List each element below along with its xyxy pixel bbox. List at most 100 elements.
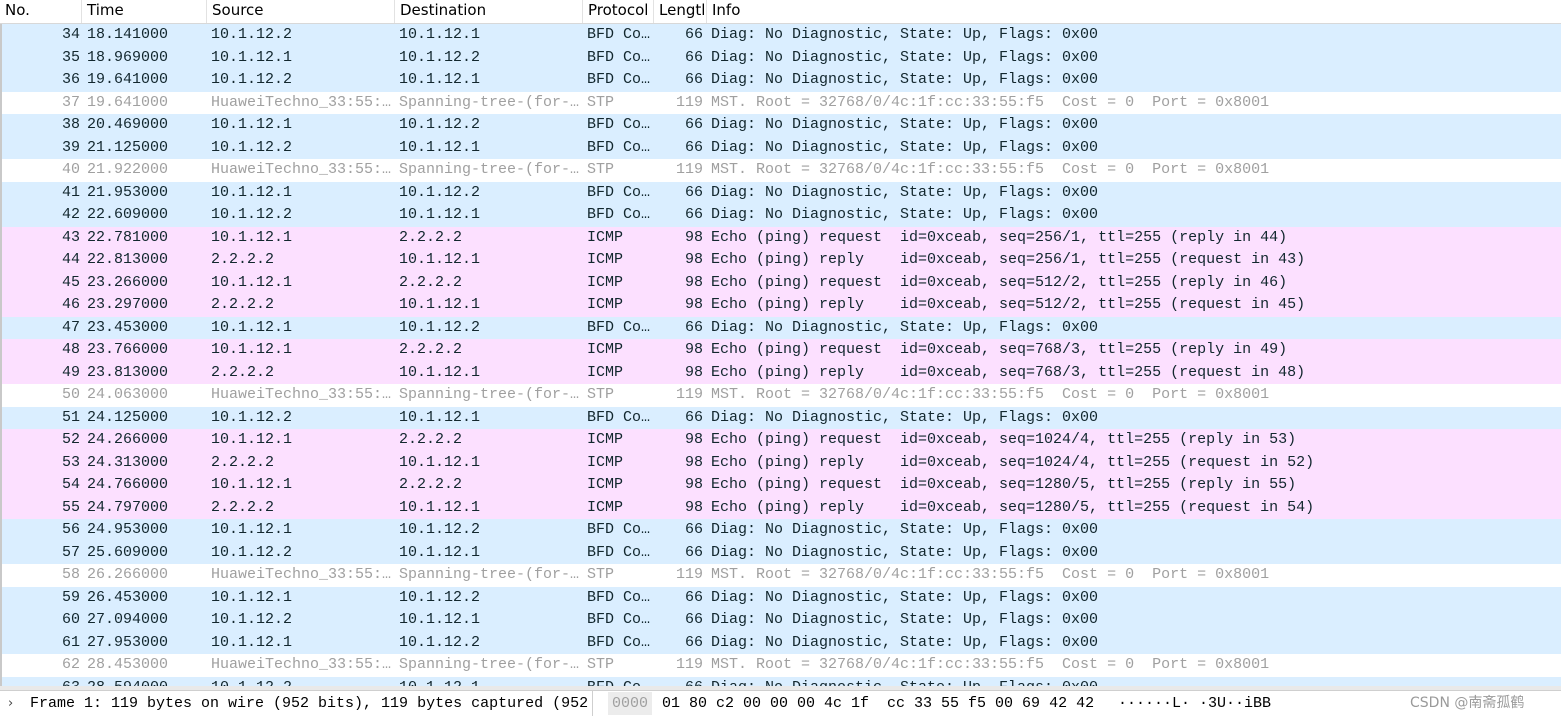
packet-row[interactable]: 43 22.781000 10.1.12.1 2.2.2.2 ICMP 98 Echo (p… bbox=[0, 226, 1561, 249]
packet-row[interactable]: 40 21.922000 HuaweiTechno_33:55:… Spanning-… bbox=[0, 159, 1561, 182]
packet-row[interactable]: 54 24.766000 10.1.12.1 2.2.2.2 ICMP 98 Echo (p… bbox=[0, 474, 1561, 497]
packet-destination: Spanning-tree-(for-… bbox=[399, 161, 580, 178]
packet-row[interactable]: 55 24.797000 2.2.2.2 10.1.12.1 ICMP 98 Echo (p… bbox=[0, 496, 1561, 519]
bottom-panes: › Frame 1: 119 bytes on wire (952 bits),… bbox=[0, 690, 1561, 716]
packet-destination: 10.1.12.1 bbox=[399, 296, 481, 313]
packet-row[interactable]: 35 18.969000 10.1.12.1 10.1.12.2 BFD Co… 66 Di… bbox=[0, 46, 1561, 69]
packet-row[interactable]: 62 28.453000 HuaweiTechno_33:55:… Spanning-… bbox=[0, 654, 1561, 677]
packet-protocol: BFD Co… bbox=[587, 138, 651, 156]
packet-row[interactable]: 37 19.641000 HuaweiTechno_33:55:… Spanning-… bbox=[0, 91, 1561, 114]
packet-info: Echo (ping) request id=0xceab, seq=512/2… bbox=[711, 273, 1288, 291]
packet-length: 98 bbox=[684, 251, 703, 268]
packet-time: 18.969000 bbox=[87, 48, 169, 66]
packet-protocol: ICMP bbox=[587, 431, 624, 448]
packet-time: 22.813000 bbox=[87, 251, 169, 268]
bytes-hex[interactable]: 01 80 c2 00 00 00 4c 1f cc 33 55 f5 00 6… bbox=[662, 691, 1094, 716]
packet-list: 34 18.141000 10.1.12.2 10.1.12.1 BFD Co… 66 Di… bbox=[0, 24, 1561, 686]
packet-number: 52 bbox=[61, 431, 80, 448]
packet-destination: Spanning-tree-(for-… bbox=[399, 566, 580, 583]
packet-number: 63 bbox=[0, 677, 80, 687]
chevron-right-icon[interactable]: › bbox=[8, 691, 13, 716]
packet-protocol: BFD Co… bbox=[587, 71, 651, 88]
packet-row[interactable]: 47 23.453000 10.1.12.1 10.1.12.2 BFD Co… 66 Di… bbox=[0, 316, 1561, 339]
packet-destination: 10.1.12.1 bbox=[399, 138, 481, 156]
packet-row[interactable]: 50 24.063000 HuaweiTechno_33:55:… Spanning-… bbox=[0, 384, 1561, 407]
packet-row[interactable]: 48 23.766000 10.1.12.1 2.2.2.2 ICMP 98 Echo (p… bbox=[0, 339, 1561, 362]
packet-row[interactable]: 57 25.609000 10.1.12.2 10.1.12.1 BFD Co… 66 Di… bbox=[0, 541, 1561, 564]
packet-row[interactable]: 52 24.266000 10.1.12.1 2.2.2.2 ICMP 98 Echo (p… bbox=[0, 429, 1561, 452]
packet-row[interactable]: 56 24.953000 10.1.12.1 10.1.12.2 BFD Co… 66 Di… bbox=[0, 519, 1561, 542]
packet-row[interactable]: 49 23.813000 2.2.2.2 10.1.12.1 ICMP 98 Echo (p… bbox=[0, 361, 1561, 384]
column-header-no[interactable]: No. bbox=[0, 0, 82, 23]
bytes-ascii[interactable]: ······L· ·3U··iBB bbox=[1118, 691, 1271, 716]
packet-row[interactable]: 36 19.641000 10.1.12.2 10.1.12.1 BFD Co… 66 Di… bbox=[0, 69, 1561, 92]
packet-length: 66 bbox=[684, 611, 703, 628]
packet-protocol: ICMP bbox=[587, 476, 624, 493]
packet-destination: 2.2.2.2 bbox=[399, 341, 463, 358]
packet-number: 37 bbox=[61, 93, 80, 111]
packet-row[interactable]: 63 28.594000 10.1.12.2 10.1.12.1 BFD Co…66 Di… bbox=[0, 676, 1561, 687]
packet-number: 45 bbox=[61, 273, 80, 291]
packet-details-pane: › Frame 1: 119 bytes on wire (952 bits),… bbox=[0, 691, 593, 716]
packet-source: 10.1.12.1 bbox=[211, 588, 293, 606]
packet-destination: 10.1.12.1 bbox=[399, 543, 481, 561]
packet-info: MST. Root = 32768/0/4c:1f:cc:33:55:f5 Co… bbox=[711, 386, 1270, 403]
packet-number: 51 bbox=[61, 408, 80, 426]
packet-row[interactable]: 51 24.125000 10.1.12.2 10.1.12.1 BFD Co… 66 Di… bbox=[0, 406, 1561, 429]
column-header-info[interactable]: Info bbox=[707, 0, 1561, 23]
column-header-time[interactable]: Time bbox=[82, 0, 207, 23]
packet-source: 10.1.12.1 bbox=[211, 116, 293, 133]
packet-destination: 2.2.2.2 bbox=[399, 476, 463, 493]
packet-protocol: BFD Co… bbox=[587, 677, 653, 687]
packet-destination: 10.1.12.2 bbox=[399, 48, 481, 66]
packet-destination: 10.1.12.2 bbox=[399, 318, 481, 336]
frame-summary-item[interactable]: Frame 1: 119 bytes on wire (952 bits), 1… bbox=[30, 691, 588, 716]
packet-row[interactable]: 41 21.953000 10.1.12.1 10.1.12.2 BFD Co… 66 Di… bbox=[0, 181, 1561, 204]
packet-row[interactable]: 38 20.469000 10.1.12.1 10.1.12.2 BFD Co… 66 Di… bbox=[0, 114, 1561, 137]
packet-number: 58 bbox=[61, 566, 80, 583]
packet-time: 27.094000 bbox=[87, 611, 169, 628]
packet-info: Echo (ping) request id=0xceab, seq=256/1… bbox=[711, 228, 1288, 246]
packet-row[interactable]: 58 26.266000 HuaweiTechno_33:55:… Spanning-… bbox=[0, 564, 1561, 587]
packet-protocol: BFD Co… bbox=[587, 521, 651, 538]
packet-info: Diag: No Diagnostic, State: Up, Flags: 0… bbox=[711, 521, 1099, 538]
packet-row[interactable]: 39 21.125000 10.1.12.2 10.1.12.1 BFD Co… 66 Di… bbox=[0, 136, 1561, 159]
packet-row[interactable]: 60 27.094000 10.1.12.2 10.1.12.1 BFD Co… 66 Di… bbox=[0, 609, 1561, 632]
packet-destination: 10.1.12.1 bbox=[399, 611, 481, 628]
packet-protocol: ICMP bbox=[587, 341, 624, 358]
packet-info: Echo (ping) reply id=0xceab, seq=256/1, … bbox=[711, 251, 1306, 268]
packet-row[interactable]: 45 23.266000 10.1.12.1 2.2.2.2 ICMP 98 Echo (p… bbox=[0, 271, 1561, 294]
packet-protocol: STP bbox=[587, 93, 615, 111]
packet-source: HuaweiTechno_33:55:… bbox=[211, 161, 391, 178]
packet-time: 26.266000 bbox=[87, 566, 169, 583]
packet-list-left-border bbox=[0, 24, 2, 686]
packet-protocol: BFD Co… bbox=[587, 48, 651, 66]
packet-row[interactable]: 34 18.141000 10.1.12.2 10.1.12.1 BFD Co… 66 Di… bbox=[0, 24, 1561, 47]
packet-row[interactable]: 42 22.609000 10.1.12.2 10.1.12.1 BFD Co… 66 Di… bbox=[0, 204, 1561, 227]
column-header-length[interactable]: Lengtl bbox=[654, 0, 707, 23]
packet-info: Diag: No Diagnostic, State: Up, Flags: 0… bbox=[711, 318, 1099, 336]
packet-row[interactable]: 46 23.297000 2.2.2.2 10.1.12.1 ICMP 98 Echo (p… bbox=[0, 294, 1561, 317]
column-header-source[interactable]: Source bbox=[207, 0, 395, 23]
watermark: CSDN @南斋孤鹤 bbox=[1410, 695, 1525, 711]
packet-row[interactable]: 53 24.313000 2.2.2.2 10.1.12.1 ICMP 98 Echo (p… bbox=[0, 451, 1561, 474]
packet-row[interactable]: 61 27.953000 10.1.12.1 10.1.12.2 BFD Co… 66 Di… bbox=[0, 631, 1561, 654]
packet-row[interactable]: 44 22.813000 2.2.2.2 10.1.12.1 ICMP 98 Echo (p… bbox=[0, 249, 1561, 272]
packet-info: MST. Root = 32768/0/4c:1f:cc:33:55:f5 Co… bbox=[711, 656, 1270, 673]
column-header-protocol[interactable]: Protocol bbox=[583, 0, 654, 23]
packet-length: 66 bbox=[684, 71, 703, 88]
packet-protocol: BFD Co… bbox=[587, 588, 651, 606]
packet-destination: 10.1.12.1 bbox=[399, 677, 581, 687]
packet-row[interactable]: 59 26.453000 10.1.12.1 10.1.12.2 BFD Co… 66 Di… bbox=[0, 586, 1561, 609]
packet-source: 10.1.12.1 bbox=[211, 431, 293, 448]
column-header-destination[interactable]: Destination bbox=[395, 0, 583, 23]
packet-time: 19.641000 bbox=[87, 93, 169, 111]
packet-time: 24.766000 bbox=[87, 476, 169, 493]
packet-source: 10.1.12.2 bbox=[211, 138, 293, 156]
packet-time: 27.953000 bbox=[87, 633, 169, 651]
packet-number: 54 bbox=[61, 476, 80, 493]
packet-length: 66 bbox=[684, 588, 703, 606]
packet-time: 23.813000 bbox=[87, 363, 169, 381]
packet-number: 47 bbox=[61, 318, 80, 336]
packet-source: 10.1.12.2 bbox=[211, 26, 293, 43]
